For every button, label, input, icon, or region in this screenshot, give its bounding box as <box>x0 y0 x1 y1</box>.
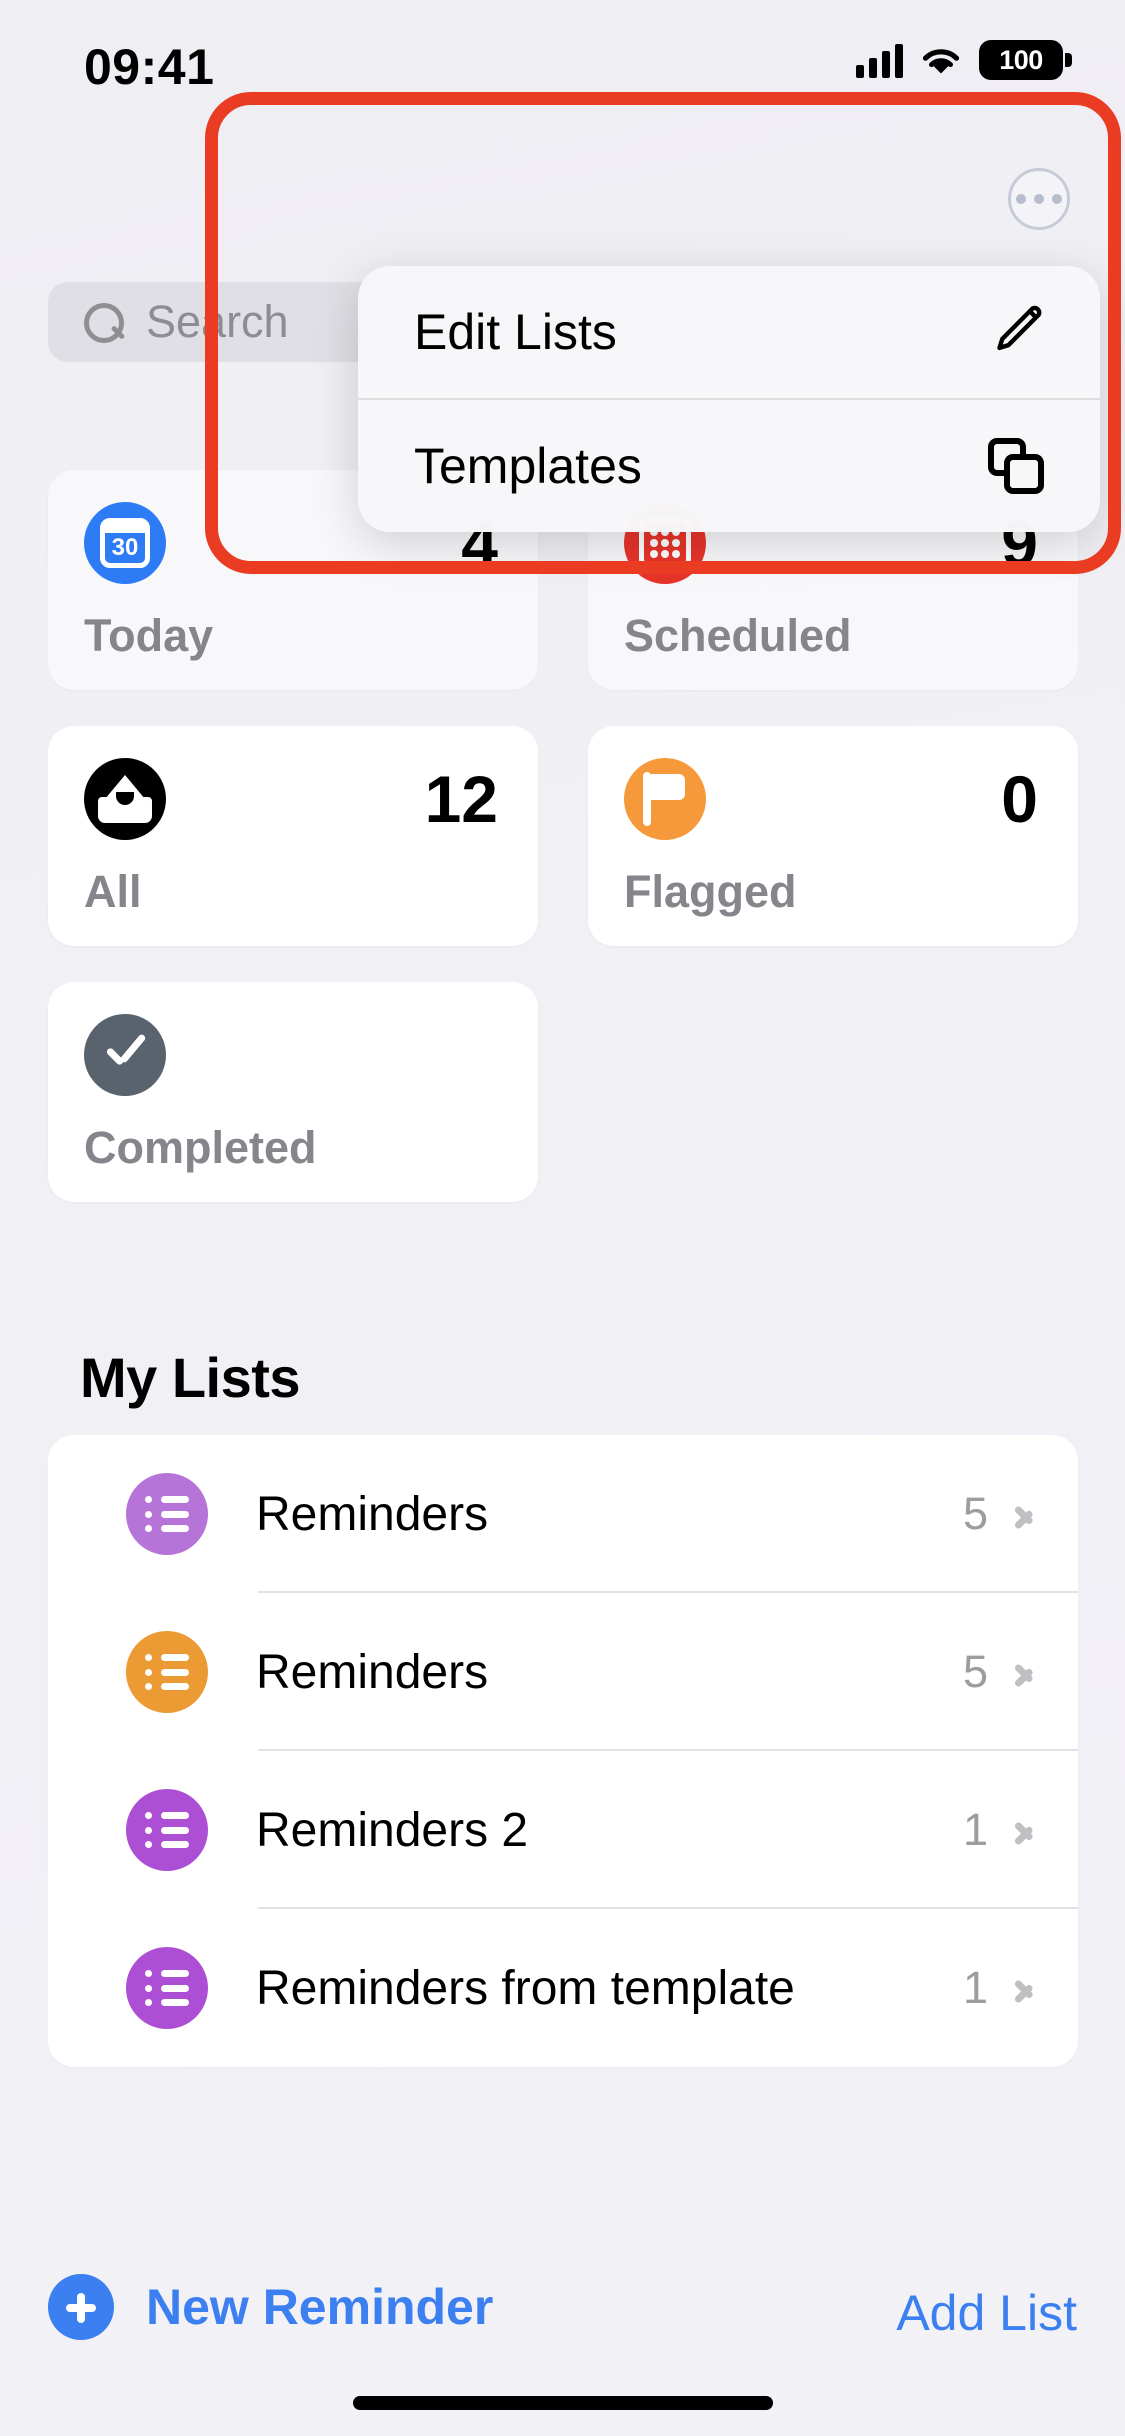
context-menu: Edit Lists Templates <box>358 266 1100 532</box>
search-icon <box>82 301 124 343</box>
list-item-count: 5 <box>962 1646 988 1697</box>
list-item[interactable]: Reminders 2 1 <box>48 1751 1078 1909</box>
list-item-name: Reminders from template <box>256 1961 795 2015</box>
list-item-name: Reminders 2 <box>256 1803 529 1857</box>
smart-lists-grid: 30 4 Today 9 Scheduled 12 All 0 Flagged … <box>48 470 1078 1238</box>
list-item[interactable]: Reminders from template 1 <box>48 1909 1078 2067</box>
list-item-count: 1 <box>962 1962 988 2013</box>
plus-circle-icon <box>48 2274 114 2340</box>
flag-icon <box>624 758 706 840</box>
menu-item-label: Edit Lists <box>414 304 617 360</box>
new-reminder-label: New Reminder <box>146 2279 494 2335</box>
chevron-right-icon <box>1014 1812 1034 1848</box>
pencil-icon <box>988 302 1044 363</box>
checkmark-icon <box>84 1014 166 1096</box>
cellular-bars-icon <box>856 42 903 78</box>
smart-list-card-completed[interactable]: Completed <box>48 982 538 1202</box>
chevron-right-icon <box>1014 1970 1034 2006</box>
list-bullet-icon <box>126 1947 208 2029</box>
menu-item-templates[interactable]: Templates <box>358 400 1100 532</box>
chevron-right-icon <box>1014 1496 1034 1532</box>
smart-list-label: All <box>84 866 142 917</box>
search-placeholder: Search <box>146 296 289 347</box>
list-bullet-icon <box>126 1789 208 1871</box>
bottom-toolbar: New Reminder Add List <box>0 2236 1125 2436</box>
menu-item-label: Templates <box>414 438 642 494</box>
my-lists-heading: My Lists <box>80 1346 301 1409</box>
smart-list-count: 12 <box>424 762 498 836</box>
my-lists-container: Reminders 5 Reminders 5 Reminders 2 1 Re… <box>48 1435 1078 2067</box>
smart-list-label: Scheduled <box>624 610 852 661</box>
smart-list-card-flagged[interactable]: 0 Flagged <box>588 726 1078 946</box>
new-reminder-button[interactable]: New Reminder <box>48 2274 493 2340</box>
ellipsis-dot <box>1034 194 1044 204</box>
status-bar-time: 09:41 <box>84 39 215 95</box>
list-item-name: Reminders <box>256 1645 489 1699</box>
chevron-right-icon <box>1014 1654 1034 1690</box>
inbox-tray-icon <box>84 758 166 840</box>
smart-lists-row-2: 12 All 0 Flagged <box>48 726 1078 946</box>
ellipsis-dot <box>1052 194 1062 204</box>
list-item-name: Reminders <box>256 1487 489 1541</box>
duplicate-squares-icon <box>988 438 1044 494</box>
phone-screen: 09:41 100 Search 30 4 Today 9 Scheduled … <box>0 0 1125 2436</box>
list-item[interactable]: Reminders 5 <box>48 1593 1078 1751</box>
smart-list-label: Completed <box>84 1122 317 1173</box>
list-bullet-icon <box>126 1631 208 1713</box>
status-bar-indicators: 100 <box>856 40 1072 80</box>
smart-lists-row-3: Completed <box>48 982 1078 1202</box>
ellipsis-circle-icon[interactable] <box>1008 168 1070 230</box>
battery-icon: 100 <box>979 40 1072 80</box>
wifi-icon <box>919 43 963 77</box>
status-bar: 09:41 100 <box>0 0 1125 120</box>
smart-list-label: Flagged <box>624 866 797 917</box>
list-item-count: 1 <box>962 1804 988 1855</box>
battery-percent: 100 <box>999 44 1043 75</box>
menu-item-edit-lists[interactable]: Edit Lists <box>358 266 1100 398</box>
list-bullet-icon <box>126 1473 208 1555</box>
list-item-count: 5 <box>962 1488 988 1539</box>
smart-list-label: Today <box>84 610 214 661</box>
ellipsis-dot <box>1016 194 1026 204</box>
calendar-30-icon: 30 <box>84 502 166 584</box>
list-item[interactable]: Reminders 5 <box>48 1435 1078 1593</box>
home-indicator <box>352 2396 773 2410</box>
smart-list-card-all[interactable]: 12 All <box>48 726 538 946</box>
add-list-button[interactable]: Add List <box>896 2284 1077 2342</box>
smart-list-count: 0 <box>1001 762 1038 836</box>
